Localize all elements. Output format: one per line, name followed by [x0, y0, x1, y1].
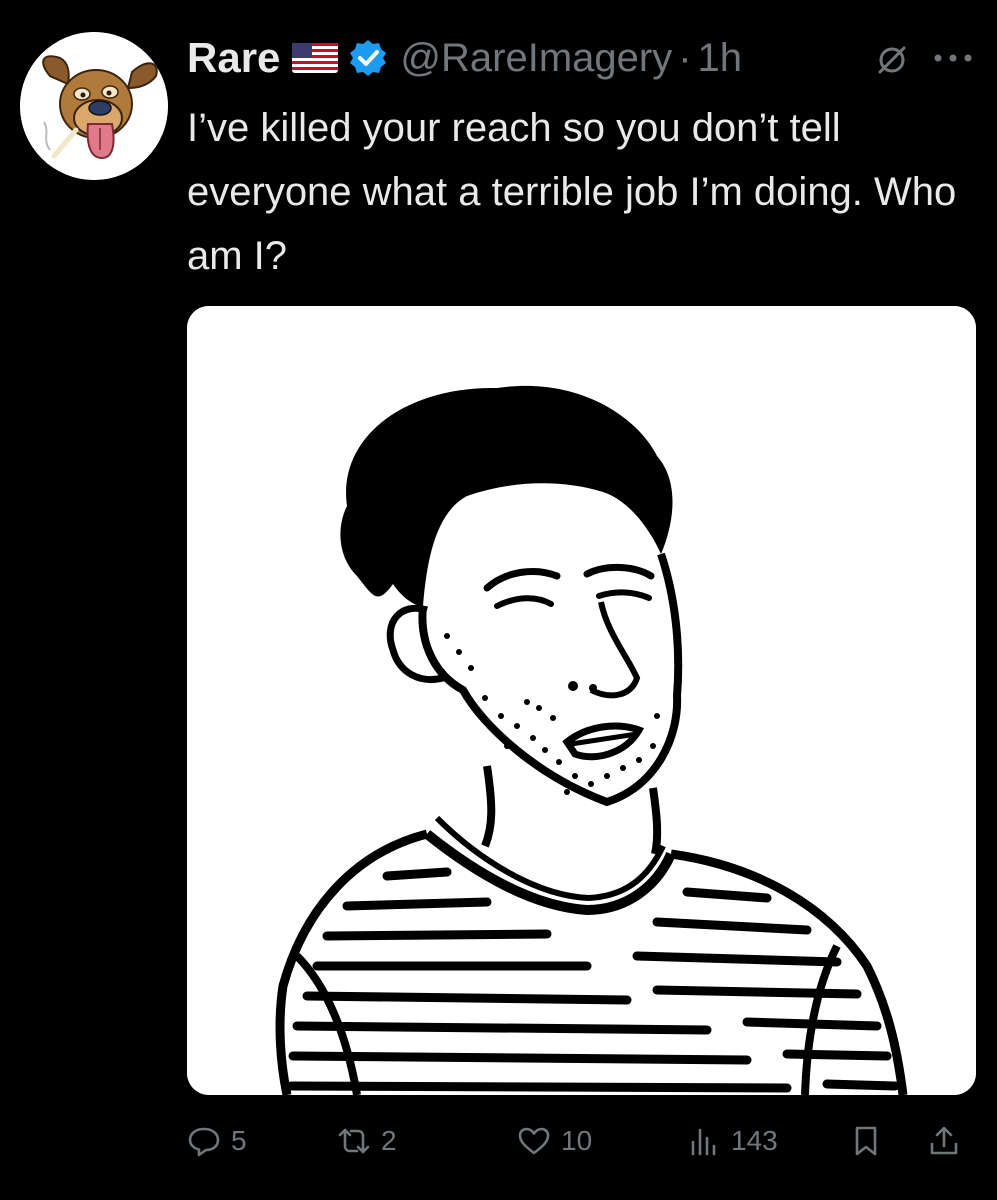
repost-button[interactable]: 2 [337, 1118, 397, 1164]
bookmark-button[interactable] [849, 1118, 883, 1164]
line-drawing-man-illustration [187, 306, 976, 1095]
grok-icon[interactable] [872, 40, 912, 80]
reply-icon [188, 1127, 220, 1157]
tweet-text: I’ve killed your reach so you don’t tell… [187, 106, 957, 278]
handle[interactable]: @RareImagery [400, 36, 672, 81]
bookmark-icon [855, 1126, 877, 1156]
avatar[interactable] [20, 32, 168, 180]
views-count: 143 [731, 1125, 778, 1156]
like-count: 10 [561, 1125, 593, 1156]
tweet-actions: 5 2 10 143 [187, 1118, 977, 1164]
cartoon-dog-icon [20, 32, 168, 180]
reply-button[interactable]: 5 [187, 1118, 247, 1164]
views-bar-chart-icon [691, 1128, 716, 1156]
display-name[interactable]: Rare [187, 34, 280, 82]
tweet-image[interactable] [187, 306, 976, 1095]
share-button[interactable] [927, 1118, 961, 1164]
views-button[interactable]: 143 [687, 1118, 778, 1164]
share-icon [930, 1126, 958, 1155]
verified-badge-icon [350, 40, 387, 76]
repost-count: 2 [381, 1125, 397, 1156]
separator-dot: · [678, 35, 692, 80]
more-options-icon[interactable] [928, 46, 978, 70]
like-button[interactable]: 10 [517, 1118, 592, 1164]
heart-icon [518, 1127, 550, 1155]
tweet[interactable]: Rare @RareImagery · 1h I’ve killed your … [0, 0, 997, 1200]
timestamp[interactable]: 1h [698, 36, 743, 81]
tweet-header: Rare @RareImagery · 1h [187, 30, 742, 86]
reply-count: 5 [231, 1125, 247, 1156]
us-flag-icon [292, 43, 339, 73]
repost-icon [338, 1128, 370, 1154]
